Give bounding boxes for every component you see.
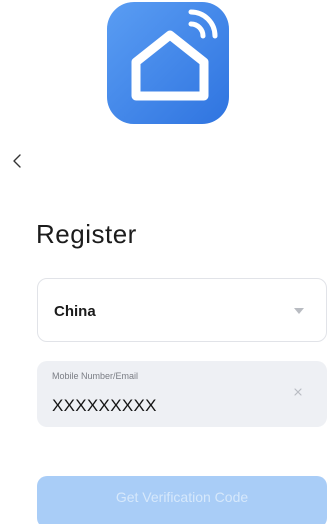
home-wifi-icon xyxy=(131,9,218,101)
country-value: China xyxy=(54,303,96,320)
get-verification-code-button[interactable]: Get Verification Code xyxy=(37,476,327,524)
page-title: Register xyxy=(36,219,137,249)
close-icon xyxy=(294,388,302,396)
account-input[interactable] xyxy=(52,396,272,416)
clear-button[interactable] xyxy=(291,385,305,399)
back-button[interactable] xyxy=(6,148,28,174)
caret-down-icon xyxy=(294,308,304,314)
register-screen: Register China Mobile Number/Email Get V… xyxy=(0,0,331,524)
account-field-label: Mobile Number/Email xyxy=(52,371,139,381)
account-field[interactable]: Mobile Number/Email xyxy=(37,361,327,427)
chevron-left-icon xyxy=(13,154,21,168)
app-logo xyxy=(107,2,229,124)
country-select[interactable]: China xyxy=(37,278,327,342)
